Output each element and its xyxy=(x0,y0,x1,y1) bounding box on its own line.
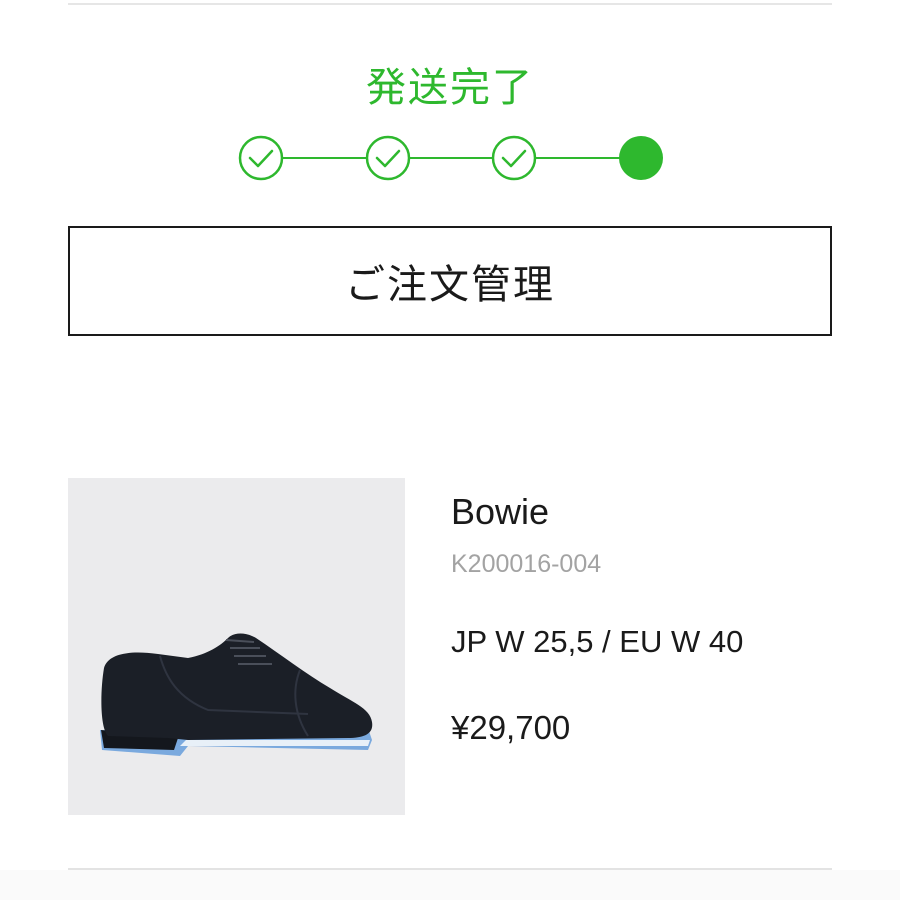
order-detail-page: 発送完了 ご注文管理 Bowie K200016-004 JP W 25,5 /… xyxy=(0,0,900,900)
stepper-step-4 xyxy=(619,136,663,180)
top-divider xyxy=(68,3,832,5)
stepper-step-2 xyxy=(365,135,411,181)
next-section-area xyxy=(0,870,900,900)
check-circle-icon xyxy=(491,135,537,181)
shoe-upper xyxy=(101,633,373,740)
shipping-status-title: 発送完了 xyxy=(366,65,534,111)
stepper-step-3 xyxy=(491,135,537,181)
filled-circle-icon xyxy=(619,136,663,180)
order-progress-stepper xyxy=(238,135,663,181)
shoe-image-icon xyxy=(100,633,373,756)
stepper-step-1 xyxy=(238,135,284,181)
product-size: JP W 25,5 / EU W 40 xyxy=(451,624,744,659)
product-price: ¥29,700 xyxy=(451,709,571,746)
product-image[interactable] xyxy=(68,478,405,815)
check-circle-icon xyxy=(365,135,411,181)
product-name[interactable]: Bowie xyxy=(451,488,549,536)
check-circle-icon xyxy=(238,135,284,181)
product-code: K200016-004 xyxy=(451,550,602,578)
manage-orders-button[interactable]: ご注文管理 xyxy=(68,226,832,336)
shoe-welt xyxy=(180,740,370,746)
